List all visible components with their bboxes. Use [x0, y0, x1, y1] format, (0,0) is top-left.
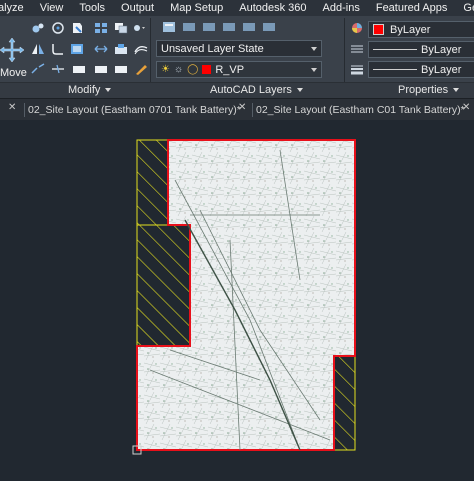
- menu-view[interactable]: View: [33, 0, 73, 16]
- close-icon[interactable]: ✕: [8, 102, 16, 113]
- layer-state-dropdown[interactable]: Unsaved Layer State: [156, 40, 322, 57]
- properties-panel-title[interactable]: Properties: [398, 84, 460, 96]
- array-icon[interactable]: [94, 22, 108, 34]
- tab-site-layout-0701[interactable]: 02_Site Layout (Eastham 0701 Tank Batter…: [28, 101, 241, 119]
- layers-panel-title[interactable]: AutoCAD Layers: [210, 84, 303, 96]
- linetype-sample: [373, 49, 417, 50]
- stretch-icon[interactable]: [94, 43, 108, 55]
- match-properties-icon[interactable]: [350, 22, 364, 34]
- color-dropdown[interactable]: ByLayer: [368, 21, 474, 38]
- file-tab-bar: ✕ 02_Site Layout (Eastham 0701 Tank Batt…: [0, 98, 474, 120]
- menu-geolocation[interactable]: Geolocation: [456, 0, 474, 16]
- layer-properties-icon[interactable]: [162, 21, 176, 33]
- close-icon[interactable]: ✕: [238, 102, 246, 113]
- properties-panel-label: Properties: [398, 84, 449, 96]
- menu-tools[interactable]: Tools: [72, 0, 114, 16]
- panel-titles: Modify AutoCAD Layers Properties: [0, 82, 474, 98]
- menu-add-ins[interactable]: Add-ins: [316, 0, 369, 16]
- move-label: Move: [0, 67, 27, 79]
- modify-panel-title[interactable]: Modify: [68, 84, 112, 96]
- block-editor-icon[interactable]: [114, 63, 128, 75]
- trim-icon[interactable]: [51, 22, 65, 34]
- drawing-canvas[interactable]: [0, 120, 474, 481]
- menu-autodesk-360[interactable]: Autodesk 360: [232, 0, 315, 16]
- menu-output[interactable]: Output: [114, 0, 163, 16]
- color-value: ByLayer: [390, 23, 431, 36]
- layout-drawing: [132, 139, 356, 455]
- layer-on-off-icon[interactable]: [182, 21, 196, 33]
- lineweight-icon[interactable]: [350, 63, 364, 75]
- layer-isolate-icon[interactable]: [242, 21, 256, 33]
- tab-site-layout-c01[interactable]: 02_Site Layout (Eastham C01 Tank Battery…: [256, 101, 465, 119]
- layer-lock-icon[interactable]: [222, 21, 236, 33]
- lineweight-dropdown[interactable]: ByLayer: [368, 61, 474, 78]
- menu-map-setup[interactable]: Map Setup: [163, 0, 232, 16]
- chevron-down-icon: [296, 88, 303, 92]
- pencil-icon[interactable]: [134, 63, 148, 75]
- current-layer-dropdown[interactable]: ☀ ☼ ◯ R_VP: [156, 61, 322, 78]
- join-icon[interactable]: [51, 63, 65, 75]
- erase-icon[interactable]: [70, 22, 84, 34]
- explode-icon[interactable]: [70, 43, 84, 55]
- layers-panel-label: AutoCAD Layers: [210, 84, 292, 96]
- color-swatch: [373, 24, 384, 35]
- lock-icon: ◯: [187, 64, 199, 75]
- scale-icon[interactable]: [114, 43, 128, 55]
- mirror-icon[interactable]: [31, 43, 45, 55]
- chevron-down-icon: [105, 88, 112, 92]
- layer-freeze-icon[interactable]: [202, 21, 216, 33]
- menu-bar: alyze View Tools Output Map Setup Autode…: [0, 0, 474, 16]
- align-icon[interactable]: [94, 63, 108, 75]
- menu-featured-apps[interactable]: Featured Apps: [369, 0, 457, 16]
- offset-icon[interactable]: [134, 43, 148, 55]
- explode-dropdown-icon[interactable]: [132, 22, 146, 34]
- chevron-down-icon: [453, 88, 460, 92]
- layer-state-value: Unsaved Layer State: [161, 42, 264, 55]
- hatch-region-left-middle: [136, 224, 191, 347]
- modify-panel-label: Modify: [68, 84, 101, 96]
- rotate-icon[interactable]: [31, 22, 45, 34]
- layer-color-swatch: [202, 65, 212, 74]
- move-icon: [0, 37, 25, 63]
- sun-freeze-icon: ☼: [173, 64, 184, 75]
- lightbulb-icon: ☀: [161, 64, 170, 75]
- linetype-dropdown[interactable]: ByLayer: [368, 41, 474, 58]
- chevron-down-icon: [311, 68, 317, 72]
- lineweight-sample: [373, 69, 417, 70]
- tab-label: 02_Site Layout (Eastham 0701 Tank Batter…: [28, 104, 241, 116]
- menu-analyze[interactable]: alyze: [0, 0, 33, 16]
- linetype-icon[interactable]: [350, 43, 364, 55]
- hatch-region-right-bottom: [333, 355, 356, 451]
- close-icon[interactable]: ✕: [462, 102, 470, 113]
- break-icon[interactable]: [31, 63, 45, 75]
- linetype-value: ByLayer: [421, 43, 462, 56]
- chamfer-icon[interactable]: [72, 63, 86, 75]
- copy-icon[interactable]: [114, 22, 128, 34]
- fillet-icon[interactable]: [51, 43, 65, 55]
- layer-walk-icon[interactable]: [262, 21, 276, 33]
- chevron-down-icon: [311, 47, 317, 51]
- lineweight-value: ByLayer: [421, 63, 462, 76]
- current-layer-name: R_VP: [215, 63, 245, 76]
- tab-label: 02_Site Layout (Eastham C01 Tank Battery…: [256, 104, 465, 116]
